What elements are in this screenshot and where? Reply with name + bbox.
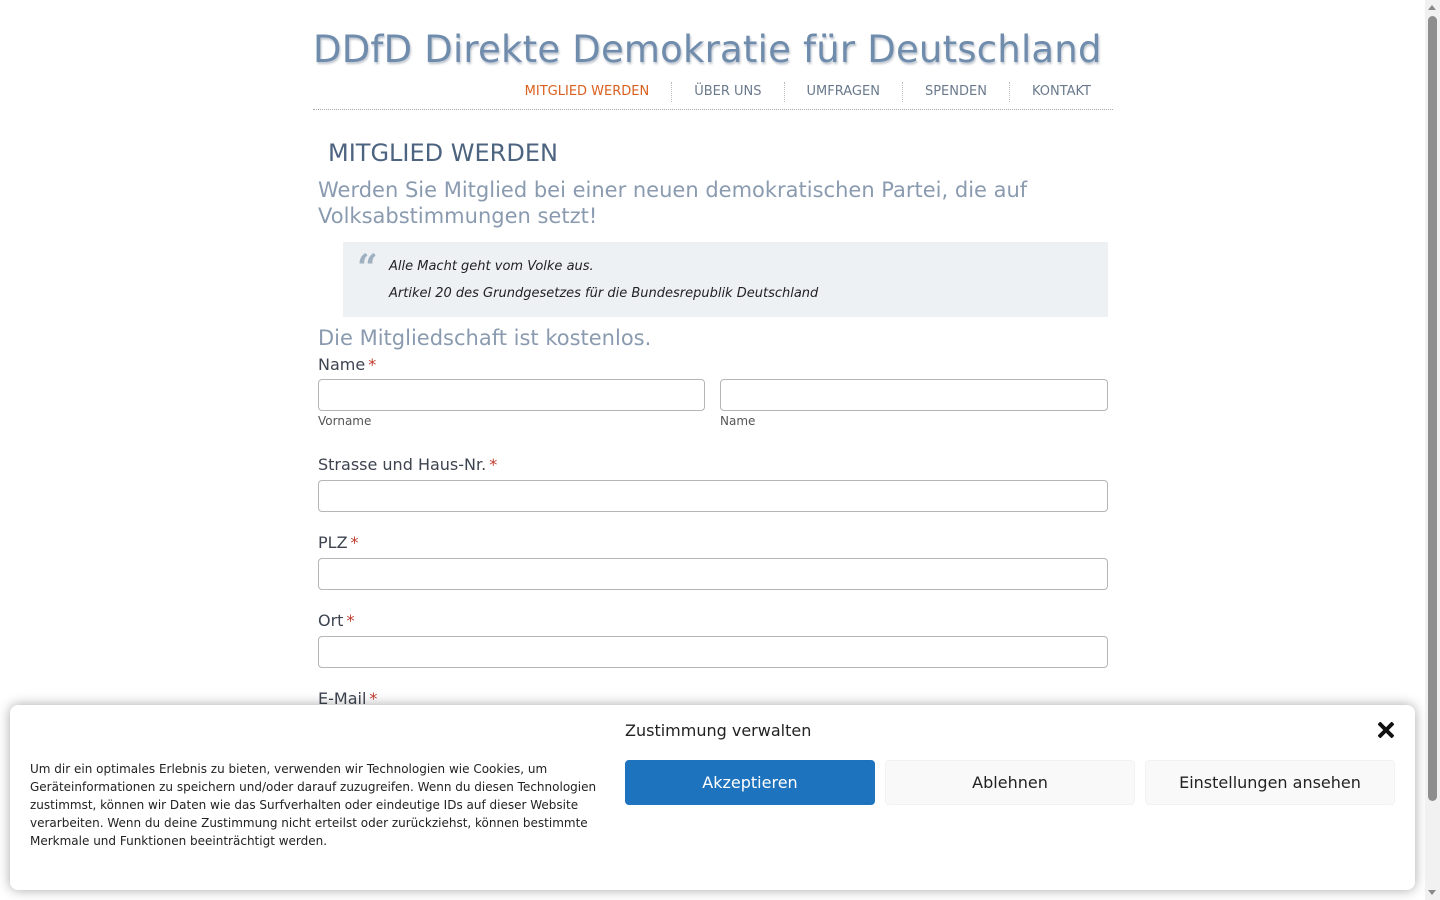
page-title: MITGLIED WERDEN	[328, 139, 558, 167]
plz-label-text: PLZ	[318, 533, 348, 552]
required-marker: *	[350, 533, 359, 552]
name-label: Name *	[318, 355, 376, 374]
cookie-banner-title: Zustimmung verwalten	[625, 721, 812, 740]
plz-label: PLZ *	[318, 533, 359, 552]
membership-free-note: Die Mitgliedschaft ist kostenlos.	[318, 326, 652, 350]
scroll-up-arrow-icon[interactable]	[1428, 5, 1436, 10]
first-name-input[interactable]	[318, 379, 705, 411]
required-marker: *	[368, 355, 377, 374]
cookie-consent-banner: Zustimmung verwalten Um dir ein optimale…	[10, 705, 1415, 890]
view-settings-button[interactable]: Einstellungen ansehen	[1145, 760, 1395, 805]
name-label-text: Name	[318, 355, 366, 374]
scroll-down-arrow-icon[interactable]	[1428, 890, 1436, 895]
nav-item-spenden[interactable]: SPENDEN	[901, 82, 1009, 102]
cookie-banner-text: Um dir ein optimales Erlebnis zu bieten,…	[30, 762, 597, 848]
nav-item-kontakt[interactable]: KONTAKT	[1008, 82, 1113, 102]
quote-source: Artikel 20 des Grundgesetzes für die Bun…	[389, 286, 819, 301]
nav-item-mitglied-werden[interactable]: MITGLIED WERDEN	[503, 82, 672, 102]
main-nav: MITGLIED WERDEN ÜBER UNS UMFRAGEN SPENDE…	[503, 82, 1113, 102]
nav-item-ueber-uns[interactable]: ÜBER UNS	[671, 82, 783, 102]
deny-button[interactable]: Ablehnen	[885, 760, 1135, 805]
street-label: Strasse und Haus-Nr. *	[318, 455, 497, 474]
plz-input[interactable]	[318, 558, 1108, 590]
quote-icon: “	[357, 247, 378, 289]
site-title[interactable]: DDfD Direkte Demokratie für Deutschland	[313, 28, 1102, 71]
page-scrollbar[interactable]	[1425, 0, 1440, 900]
close-icon[interactable]	[1375, 719, 1397, 741]
blockquote: “ Alle Macht geht vom Volke aus. Artikel…	[343, 242, 1108, 317]
ort-label-text: Ort	[318, 611, 344, 630]
required-marker: *	[346, 611, 355, 630]
accept-button[interactable]: Akzeptieren	[625, 760, 875, 805]
last-name-sublabel: Name	[720, 414, 756, 428]
page-subtitle: Werden Sie Mitglied bei einer neuen demo…	[318, 178, 1028, 228]
ort-label: Ort *	[318, 611, 354, 630]
first-name-sublabel: Vorname	[318, 414, 372, 428]
required-marker: *	[489, 455, 498, 474]
ort-input[interactable]	[318, 636, 1108, 668]
nav-divider	[313, 109, 1113, 110]
last-name-input[interactable]	[720, 379, 1108, 411]
street-label-text: Strasse und Haus-Nr.	[318, 455, 487, 474]
nav-item-umfragen[interactable]: UMFRAGEN	[783, 82, 902, 102]
quote-text: Alle Macht geht vom Volke aus.	[389, 259, 594, 274]
scrollbar-thumb[interactable]	[1428, 16, 1437, 801]
street-input[interactable]	[318, 480, 1108, 512]
